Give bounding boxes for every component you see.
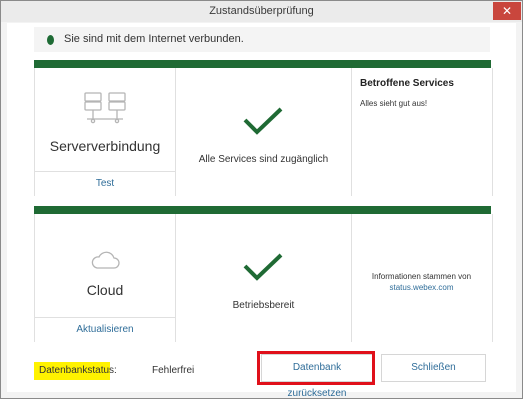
health-check-window: Zustandsüberprüfung ✕ Sie sind mit dem I… (0, 0, 523, 399)
server-connection-card: Serververbindung Test (35, 68, 176, 196)
cloud-status-card: Betriebsbereit (176, 214, 352, 342)
info-source-text: Informationen stammen von (371, 272, 472, 281)
panel-body: Cloud Aktualisieren Betriebsbereit Infor… (34, 214, 493, 342)
cloud-icon (91, 251, 120, 269)
window-close-button[interactable]: ✕ (493, 2, 521, 20)
db-status-value: Fehlerfrei (152, 365, 195, 376)
server-connection-title: Serververbindung (49, 138, 161, 154)
checkmark-icon (243, 107, 283, 135)
close-button[interactable]: Schließen (381, 354, 486, 382)
connection-status-text: Sie sind mit dem Internet verbunden. (64, 33, 244, 45)
cloud-panel: Cloud Aktualisieren Betriebsbereit Infor… (34, 206, 493, 342)
update-link[interactable]: Aktualisieren (35, 317, 175, 342)
status-dot-icon (47, 35, 54, 45)
services-status-text: Alle Services sind zugänglich (198, 154, 329, 165)
cloud-card: Cloud Aktualisieren (35, 214, 176, 342)
cloud-status-text: Betriebsbereit (232, 300, 295, 311)
reset-button-annotation-box (257, 351, 375, 385)
cloud-title: Cloud (86, 282, 124, 298)
affected-services-card: Betroffene Services Alles sieht gut aus! (352, 68, 491, 196)
window-content: Sie sind mit dem Internet verbunden. Ser… (7, 23, 516, 399)
info-source-card: Informationen stammen von status.webex.c… (352, 214, 491, 342)
checkmark-icon (243, 253, 283, 281)
test-link[interactable]: Test (35, 171, 175, 196)
connection-status-bar: Sie sind mit dem Internet verbunden. (34, 27, 490, 52)
status-webex-link[interactable]: status.webex.com (352, 283, 491, 292)
window-title: Zustandsüberprüfung (209, 5, 314, 17)
panel-body: Serververbindung Test Alle Services sind… (34, 68, 493, 196)
panel-header-band (34, 206, 491, 214)
affected-services-text: Alles sieht gut aus! (360, 99, 428, 108)
server-icon (84, 92, 126, 124)
panel-header-band (34, 60, 491, 68)
db-status-label: Datenbankstatus: (39, 365, 117, 376)
server-connection-panel: Serververbindung Test Alle Services sind… (34, 60, 493, 196)
services-status-card: Alle Services sind zugänglich (176, 68, 352, 196)
title-bar: Zustandsüberprüfung ✕ (1, 1, 522, 22)
affected-services-title: Betroffene Services (360, 78, 454, 89)
